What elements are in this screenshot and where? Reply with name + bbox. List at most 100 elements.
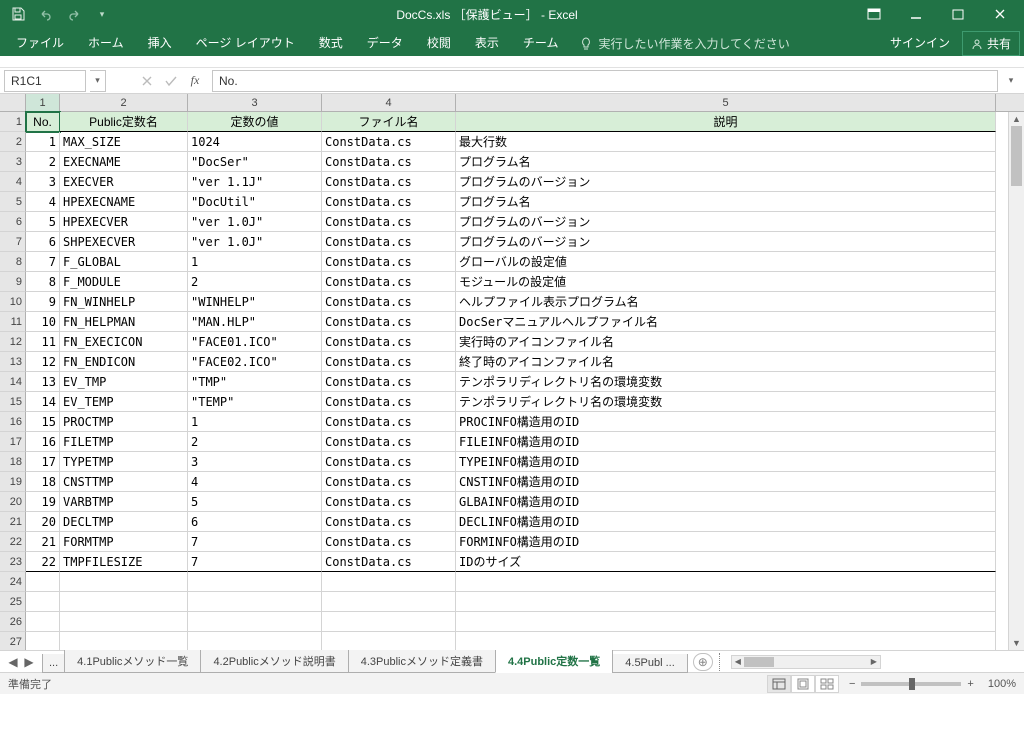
cell[interactable]: CNSTTMP bbox=[60, 472, 188, 492]
row-header[interactable]: 4 bbox=[0, 172, 26, 192]
maximize-button[interactable] bbox=[938, 2, 978, 26]
cell[interactable]: 5 bbox=[188, 492, 322, 512]
row-header[interactable]: 6 bbox=[0, 212, 26, 232]
normal-view-button[interactable] bbox=[767, 675, 791, 693]
cell[interactable]: プログラム名 bbox=[456, 152, 996, 172]
cell[interactable] bbox=[456, 572, 996, 592]
cell[interactable]: 15 bbox=[26, 412, 60, 432]
cell[interactable] bbox=[456, 612, 996, 632]
cell[interactable]: 1 bbox=[188, 252, 322, 272]
minimize-button[interactable] bbox=[896, 2, 936, 26]
cell[interactable]: ConstData.cs bbox=[322, 372, 456, 392]
cell[interactable]: ConstData.cs bbox=[322, 452, 456, 472]
ribbon-tab[interactable]: データ bbox=[355, 29, 415, 56]
cell[interactable]: SHPEXECVER bbox=[60, 232, 188, 252]
cell[interactable]: 4 bbox=[188, 472, 322, 492]
row-header[interactable]: 15 bbox=[0, 392, 26, 412]
cell[interactable]: 19 bbox=[26, 492, 60, 512]
cell[interactable]: "TEMP" bbox=[188, 392, 322, 412]
cell[interactable]: PROCTMP bbox=[60, 412, 188, 432]
name-box[interactable]: R1C1 bbox=[4, 70, 86, 92]
cell[interactable]: 6 bbox=[188, 512, 322, 532]
cell[interactable]: ConstData.cs bbox=[322, 532, 456, 552]
cell[interactable]: FILETMP bbox=[60, 432, 188, 452]
cell[interactable]: 実行時のアイコンファイル名 bbox=[456, 332, 996, 352]
tab-nav-prev-icon[interactable]: ◀ bbox=[6, 655, 20, 669]
cell[interactable]: 18 bbox=[26, 472, 60, 492]
row-header[interactable]: 27 bbox=[0, 632, 26, 650]
horizontal-scrollbar[interactable]: ◀ ▶ bbox=[731, 655, 881, 669]
cell[interactable]: 説明 bbox=[456, 112, 996, 132]
cell[interactable]: 9 bbox=[26, 292, 60, 312]
cell[interactable] bbox=[60, 592, 188, 612]
row-header[interactable]: 12 bbox=[0, 332, 26, 352]
row-header[interactable]: 23 bbox=[0, 552, 26, 572]
cell[interactable]: "ver 1.1J" bbox=[188, 172, 322, 192]
cell[interactable]: 1 bbox=[26, 132, 60, 152]
insert-function-button[interactable]: fx bbox=[184, 71, 206, 91]
cell[interactable] bbox=[188, 592, 322, 612]
row-header[interactable]: 7 bbox=[0, 232, 26, 252]
ribbon-tab[interactable]: ページ レイアウト bbox=[184, 29, 307, 56]
cell[interactable]: "ver 1.0J" bbox=[188, 232, 322, 252]
cell[interactable]: TYPEINFO構造用のID bbox=[456, 452, 996, 472]
save-button[interactable] bbox=[6, 2, 30, 26]
cell[interactable] bbox=[26, 592, 60, 612]
cell[interactable]: HPEXECVER bbox=[60, 212, 188, 232]
scroll-up-icon[interactable]: ▲ bbox=[1009, 112, 1024, 126]
cell[interactable]: 定数の値 bbox=[188, 112, 322, 132]
cell[interactable]: "DocUtil" bbox=[188, 192, 322, 212]
row-header[interactable]: 11 bbox=[0, 312, 26, 332]
cell[interactable]: プログラムのバージョン bbox=[456, 212, 996, 232]
cancel-formula-button[interactable] bbox=[136, 71, 158, 91]
cell[interactable] bbox=[26, 572, 60, 592]
cell[interactable]: "ver 1.0J" bbox=[188, 212, 322, 232]
cell[interactable]: 2 bbox=[188, 432, 322, 452]
sign-in-link[interactable]: サインイン bbox=[878, 29, 962, 56]
row-header[interactable]: 17 bbox=[0, 432, 26, 452]
cell[interactable]: ConstData.cs bbox=[322, 152, 456, 172]
cell[interactable]: ConstData.cs bbox=[322, 132, 456, 152]
cell[interactable] bbox=[26, 632, 60, 650]
cell[interactable]: プログラムのバージョン bbox=[456, 232, 996, 252]
select-all-corner[interactable] bbox=[0, 94, 26, 111]
column-header[interactable]: 3 bbox=[188, 94, 322, 111]
cell[interactable]: "WINHELP" bbox=[188, 292, 322, 312]
cell[interactable]: 1 bbox=[188, 412, 322, 432]
cell[interactable]: FORMINFO構造用のID bbox=[456, 532, 996, 552]
cell[interactable]: 16 bbox=[26, 432, 60, 452]
cell[interactable]: EXECVER bbox=[60, 172, 188, 192]
cell[interactable] bbox=[456, 592, 996, 612]
cell[interactable]: 2 bbox=[188, 272, 322, 292]
cell[interactable] bbox=[188, 632, 322, 650]
cell[interactable]: EXECNAME bbox=[60, 152, 188, 172]
cell[interactable]: ConstData.cs bbox=[322, 412, 456, 432]
ribbon-tab[interactable]: チーム bbox=[511, 29, 571, 56]
cell[interactable]: 14 bbox=[26, 392, 60, 412]
vertical-scrollbar[interactable]: ▲ ▼ bbox=[1008, 112, 1024, 650]
cell[interactable]: 終了時のアイコンファイル名 bbox=[456, 352, 996, 372]
cell[interactable]: ConstData.cs bbox=[322, 272, 456, 292]
cell[interactable]: 7 bbox=[26, 252, 60, 272]
cell[interactable]: HPEXECNAME bbox=[60, 192, 188, 212]
cell[interactable]: ConstData.cs bbox=[322, 172, 456, 192]
cell[interactable]: 7 bbox=[188, 532, 322, 552]
cell[interactable]: ConstData.cs bbox=[322, 312, 456, 332]
cell[interactable]: TYPETMP bbox=[60, 452, 188, 472]
cell[interactable]: FORMTMP bbox=[60, 532, 188, 552]
name-box-dropdown[interactable]: ▾ bbox=[90, 70, 106, 92]
sheet-tab[interactable]: 4.3Publicメソッド定義書 bbox=[348, 650, 496, 673]
cell[interactable]: ConstData.cs bbox=[322, 192, 456, 212]
ribbon-tab[interactable]: 挿入 bbox=[136, 29, 184, 56]
cell[interactable] bbox=[60, 632, 188, 650]
cell[interactable]: 21 bbox=[26, 532, 60, 552]
cell[interactable]: ConstData.cs bbox=[322, 392, 456, 412]
cell[interactable]: EV_TMP bbox=[60, 372, 188, 392]
cell[interactable]: DECLINFO構造用のID bbox=[456, 512, 996, 532]
row-header[interactable]: 2 bbox=[0, 132, 26, 152]
cell[interactable]: ConstData.cs bbox=[322, 492, 456, 512]
cell[interactable]: ConstData.cs bbox=[322, 212, 456, 232]
enter-formula-button[interactable] bbox=[160, 71, 182, 91]
cell[interactable]: No. bbox=[26, 112, 60, 132]
cell[interactable] bbox=[188, 572, 322, 592]
